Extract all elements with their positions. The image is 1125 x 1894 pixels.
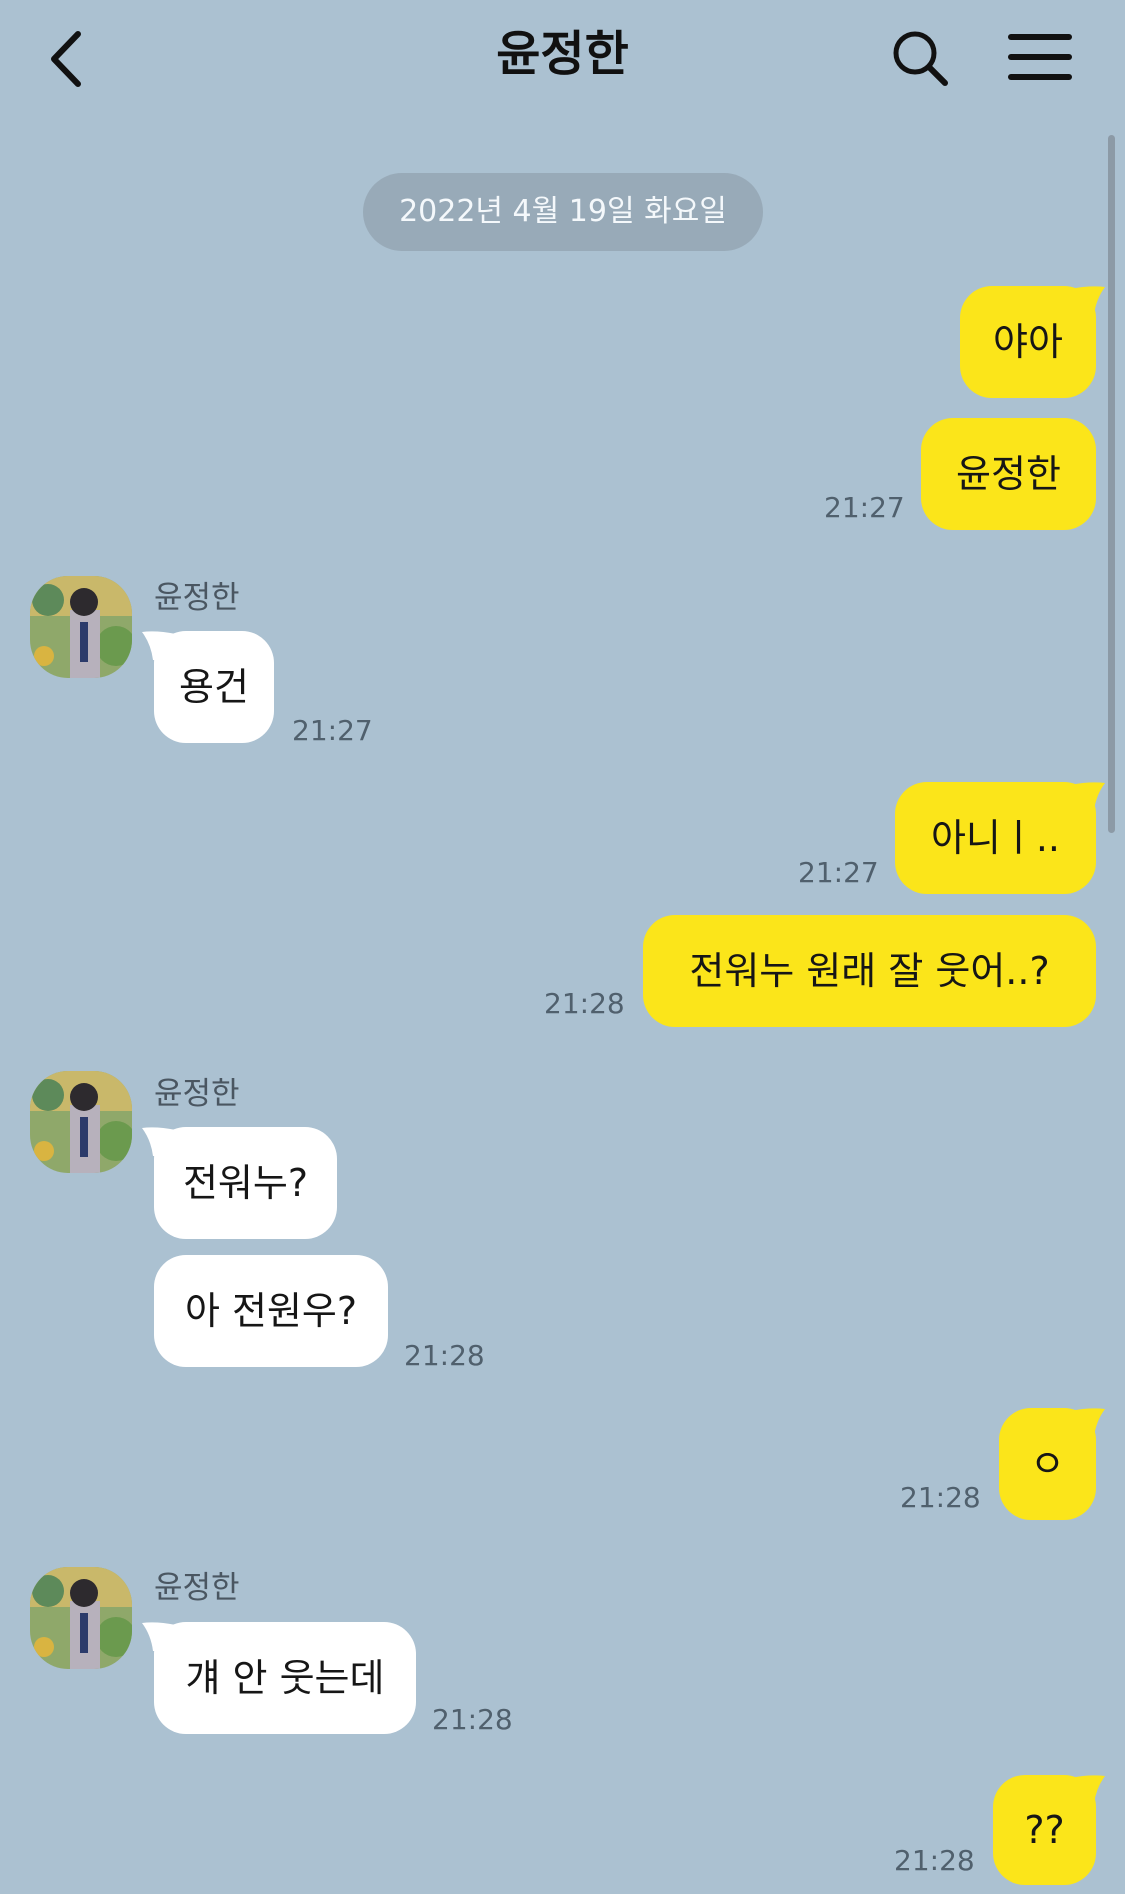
search-icon[interactable] <box>890 28 950 88</box>
menu-icon[interactable] <box>1008 32 1072 82</box>
their-message-bubble[interactable]: 걔 안 웃는데 <box>154 1622 416 1734</box>
sender-name: 윤정한 <box>154 1076 240 1112</box>
my-message-bubble[interactable]: 전워누 원래 잘 웃어..? <box>643 915 1096 1027</box>
their-message-bubble[interactable]: 아 전원우? <box>154 1255 388 1367</box>
sender-name: 윤정한 <box>154 580 240 616</box>
message-time: 21:27 <box>824 491 905 524</box>
scrollbar-thumb[interactable] <box>1108 135 1115 833</box>
message-time: 21:28 <box>404 1339 485 1372</box>
message-time: 21:28 <box>432 1703 513 1736</box>
message-time: 21:28 <box>544 987 625 1020</box>
message-time: 21:28 <box>900 1481 981 1514</box>
message-time: 21:28 <box>894 1844 975 1877</box>
my-message-bubble[interactable]: 아니ㅣ.. <box>895 782 1096 894</box>
chat-title: 윤정한 <box>496 26 629 82</box>
profile-avatar[interactable] <box>30 576 132 678</box>
date-divider: 2022년 4월 19일 화요일 <box>363 173 763 251</box>
sender-name: 윤정한 <box>154 1570 240 1606</box>
my-message-bubble[interactable]: 윤정한 <box>921 418 1096 530</box>
their-message-bubble[interactable]: 전워누? <box>154 1127 337 1239</box>
their-message-bubble[interactable]: 용건 <box>154 631 274 743</box>
my-message-bubble[interactable]: ㅇ <box>999 1408 1096 1520</box>
my-message-bubble[interactable]: ?? <box>993 1775 1096 1885</box>
message-time: 21:27 <box>798 856 879 889</box>
my-message-bubble[interactable]: 야아 <box>960 286 1096 398</box>
profile-avatar[interactable] <box>30 1567 132 1669</box>
message-time: 21:27 <box>292 714 373 747</box>
profile-avatar[interactable] <box>30 1071 132 1173</box>
